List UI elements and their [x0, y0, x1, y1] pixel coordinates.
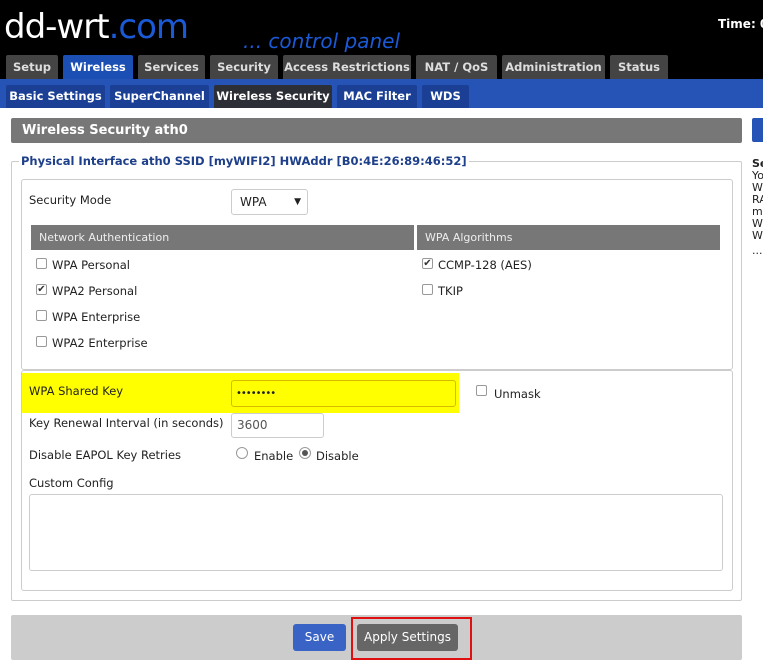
logo-suffix: .com: [108, 7, 189, 47]
custom-config-label: Custom Config: [29, 476, 114, 490]
logo-text: dd-wrt: [4, 7, 110, 47]
annotation-highlight-frame: [351, 617, 472, 660]
tab-access-restrictions[interactable]: Access Restrictions: [283, 55, 411, 79]
save-button[interactable]: Save: [293, 624, 346, 651]
time-readout: Time: 01: [718, 17, 763, 31]
security-mode-label: Security Mode: [29, 193, 112, 207]
tab-status[interactable]: Status: [610, 55, 668, 79]
network-auth-header: Network Authentication: [31, 225, 414, 250]
eapol-enable-radio[interactable]: [236, 447, 248, 459]
help-panel-text: Se Yo Wi RA mu Wi Wi ...: [752, 158, 763, 257]
help-panel-header: [752, 118, 763, 142]
chevron-down-icon: ▼: [294, 197, 301, 207]
unmask-label: Unmask: [494, 387, 541, 401]
sub-tab-bar: Basic Settings SuperChannel Wireless Sec…: [0, 79, 763, 108]
section-title: Wireless Security ath0: [11, 118, 742, 143]
tab-security[interactable]: Security: [210, 55, 278, 79]
wpa-enterprise-checkbox[interactable]: [36, 310, 47, 321]
eapol-disable-label: Disable: [316, 449, 359, 463]
tkip-label: TKIP: [438, 284, 463, 298]
shared-key-label: WPA Shared Key: [29, 384, 124, 398]
tab-wireless[interactable]: Wireless: [63, 55, 133, 79]
wpa-algorithms-header: WPA Algorithms: [417, 225, 720, 250]
tkip-checkbox[interactable]: [422, 284, 433, 295]
shared-key-input[interactable]: ••••••••: [231, 380, 456, 407]
help-more[interactable]: ...: [752, 245, 763, 257]
tab-services[interactable]: Services: [138, 55, 205, 79]
eapol-disable-radio[interactable]: [299, 447, 311, 459]
wpa2-personal-checkbox[interactable]: ✔: [36, 284, 47, 295]
wpa-enterprise-label: WPA Enterprise: [52, 310, 141, 324]
tab-administration[interactable]: Administration: [502, 55, 605, 79]
wpa-personal-label: WPA Personal: [52, 258, 130, 272]
control-panel-tagline: ... control panel: [243, 29, 401, 53]
ccmp-aes-label: CCMP-128 (AES): [438, 258, 532, 272]
subtab-superchannel[interactable]: SuperChannel: [110, 85, 209, 108]
header-banner: dd-wrt.com ... control panel Time: 01: [0, 0, 763, 55]
wpa2-enterprise-label: WPA2 Enterprise: [52, 336, 148, 350]
wpa2-enterprise-checkbox[interactable]: [36, 336, 47, 347]
interface-legend: Physical Interface ath0 SSID [myWIFI2] H…: [19, 154, 469, 168]
tab-nat-qos[interactable]: NAT / QoS: [416, 55, 497, 79]
custom-config-textarea[interactable]: [29, 494, 723, 571]
subtab-wds[interactable]: WDS: [422, 85, 469, 108]
key-renewal-label: Key Renewal Interval (in seconds): [29, 416, 224, 430]
subtab-basic-settings[interactable]: Basic Settings: [6, 85, 105, 108]
eapol-enable-label: Enable: [254, 449, 294, 463]
ddwrt-logo: dd-wrt.com: [4, 7, 189, 47]
eapol-label: Disable EAPOL Key Retries: [29, 448, 182, 462]
security-mode-value: WPA: [240, 195, 267, 209]
key-renewal-input[interactable]: 3600: [231, 413, 324, 438]
unmask-checkbox[interactable]: [476, 385, 487, 396]
main-tab-bar: Setup Wireless Services Security Access …: [0, 55, 763, 79]
tab-setup[interactable]: Setup: [6, 55, 58, 79]
subtab-wireless-security[interactable]: Wireless Security: [214, 85, 332, 108]
help-line: Wi: [752, 229, 763, 242]
subtab-mac-filter[interactable]: MAC Filter: [337, 85, 417, 108]
ccmp-aes-checkbox[interactable]: ✔: [422, 258, 433, 269]
wpa-personal-checkbox[interactable]: [36, 258, 47, 269]
security-mode-select[interactable]: WPA ▼: [231, 189, 308, 215]
wpa2-personal-label: WPA2 Personal: [52, 284, 138, 298]
